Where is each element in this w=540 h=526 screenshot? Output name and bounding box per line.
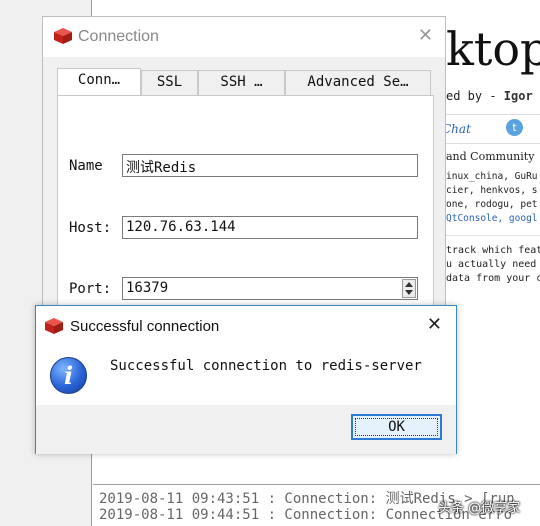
connection-dialog-titlebar[interactable]: Connection ✕: [43, 17, 445, 57]
spin-down-icon[interactable]: [405, 290, 413, 295]
port-spin-buttons[interactable]: [402, 279, 416, 298]
message-box-footer: OK: [36, 405, 456, 454]
community-link[interactable]: QtConsole, googl: [446, 212, 538, 226]
spin-up-icon[interactable]: [405, 282, 413, 287]
welcome-links-bar: Chat t: [442, 114, 540, 144]
port-stepper[interactable]: 16379: [122, 277, 418, 300]
connection-dialog: Connection ✕ Conn… SSL SSH … Advanced Se…: [42, 16, 446, 317]
redis-logo-icon: [45, 318, 63, 334]
host-label: Host:: [69, 220, 112, 236]
tab-connection[interactable]: Conn…: [57, 68, 141, 95]
community-names: inux_china, GuRu cier, henkvos, s one, rod…: [446, 171, 538, 226]
message-box-titlebar[interactable]: Successful connection ✕: [36, 306, 456, 344]
port-label: Port:: [69, 281, 112, 297]
connection-dialog-title: Connection: [78, 28, 159, 45]
success-message-box: Successful connection ✕ i Successful con…: [35, 305, 457, 454]
info-icon: i: [50, 357, 87, 394]
message-text: Successful connection to redis-server: [110, 358, 422, 374]
name-label: Name: [69, 158, 103, 174]
tab-ssl[interactable]: SSL: [141, 70, 198, 95]
connection-dialog-body: Conn… SSL SSH … Advanced Se… Name 测试Redi…: [43, 57, 445, 317]
redis-logo-icon: [54, 28, 72, 44]
port-value: 16379: [126, 280, 169, 296]
name-input[interactable]: 测试Redis: [122, 154, 418, 177]
host-input[interactable]: 120.76.63.144: [122, 216, 418, 239]
welcome-credit: ed by - Igor M: [446, 89, 540, 103]
ok-button[interactable]: OK: [351, 414, 442, 440]
close-icon[interactable]: ✕: [418, 25, 433, 46]
tab-advanced[interactable]: Advanced Se…: [285, 70, 431, 95]
connection-tab-pane: Name 测试Redis Host: 120.76.63.144 Port: 1…: [57, 95, 434, 317]
tracking-notice: track which feat u actually need data from…: [446, 245, 540, 284]
focus-ring: [355, 418, 438, 436]
message-box-title: Successful connection: [70, 318, 220, 335]
divider: [446, 235, 540, 236]
chat-link[interactable]: Chat: [442, 122, 471, 136]
watermark: 头条 @微享家: [438, 501, 521, 516]
welcome-title: ktop: [446, 22, 540, 76]
tab-ssh[interactable]: SSH …: [198, 70, 285, 95]
twitter-icon[interactable]: t: [506, 119, 523, 136]
community-heading: and Community: [446, 150, 535, 163]
close-icon[interactable]: ✕: [427, 314, 442, 335]
